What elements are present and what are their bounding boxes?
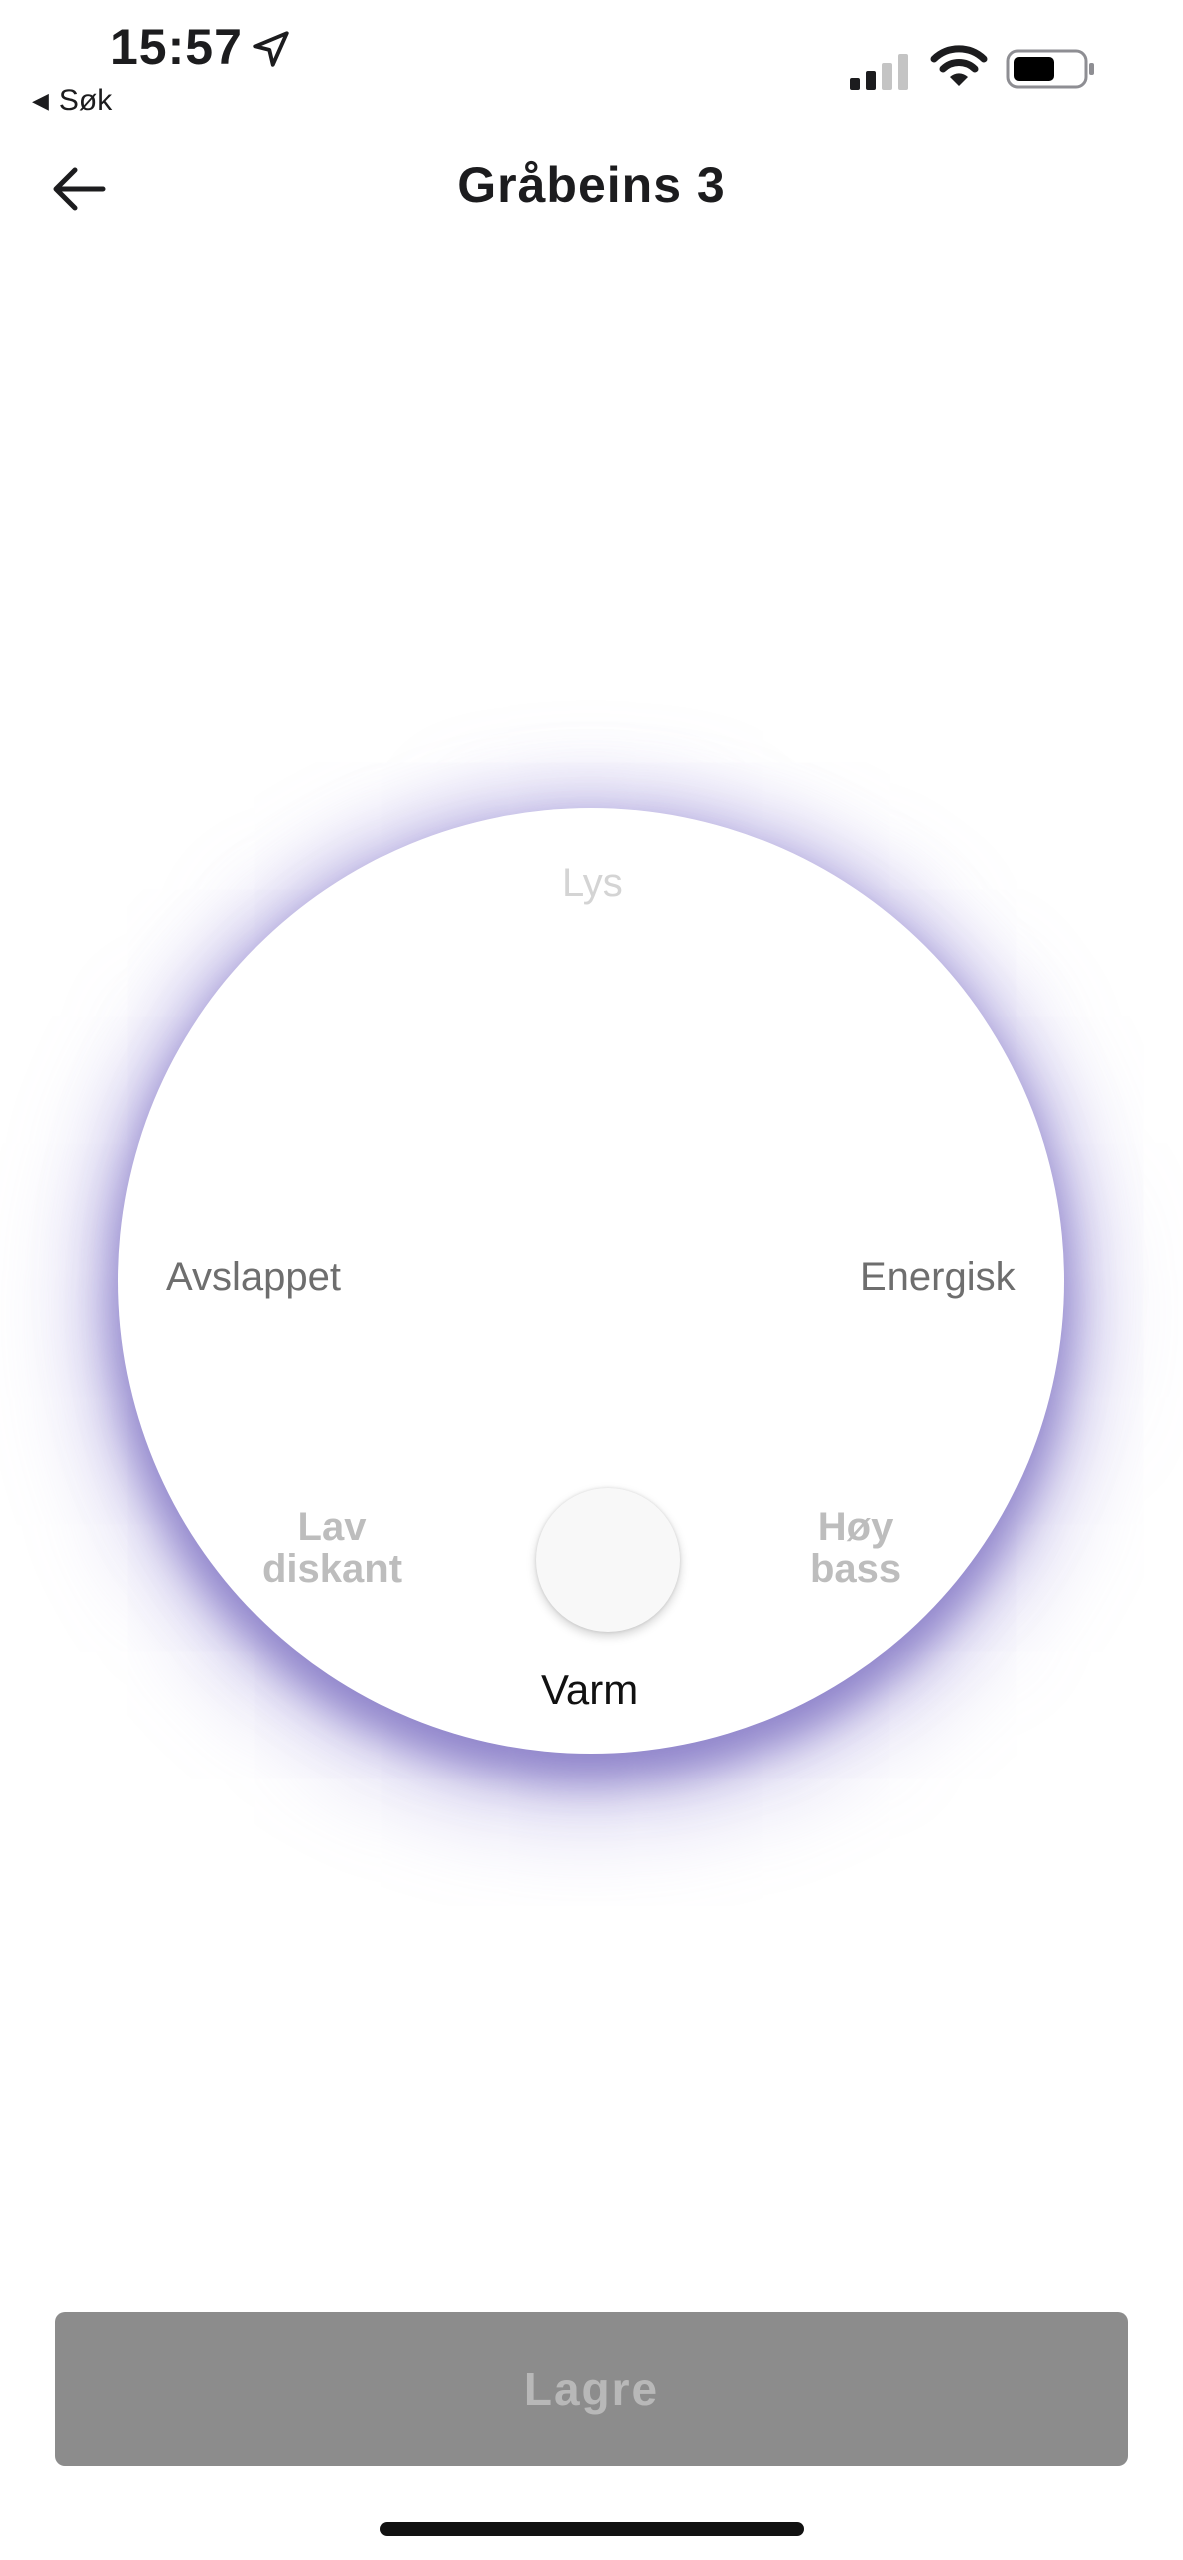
wheel-label-varm: Varm	[541, 1666, 639, 1713]
tone-selector-knob[interactable]	[536, 1488, 680, 1632]
status-time: 15:57	[110, 19, 243, 75]
back-to-app-label: Søk	[58, 84, 113, 117]
location-arrow-icon	[253, 31, 289, 67]
save-button[interactable]: Lagre	[55, 2312, 1128, 2466]
page-title: Gråbeins 3	[457, 157, 726, 213]
wheel-label-energisk: Energisk	[860, 1255, 1016, 1299]
wifi-icon	[930, 45, 988, 86]
cellular-signal-icon	[850, 54, 908, 90]
back-triangle-icon: ◀	[32, 88, 49, 113]
battery-icon	[1006, 49, 1094, 89]
home-indicator	[380, 2522, 804, 2536]
wheel-label-lav-diskant: Lav diskant	[262, 1506, 402, 1590]
back-to-app-link[interactable]: ◀ Søk	[32, 84, 112, 118]
wheel-label-lav-line2: diskant	[262, 1547, 403, 1591]
wheel-label-hoy-line1: Høy	[817, 1505, 894, 1549]
wheel-label-lys: Lys	[562, 861, 623, 905]
wheel-label-hoy-bass: Høy bass	[810, 1506, 901, 1590]
wheel-label-avslappet: Avslappet	[166, 1255, 341, 1299]
screen: 15:57 ◀ Søk Gråbeins 3 Lys Avslappet Ene…	[0, 0, 1183, 2560]
wheel-label-hoy-line2: bass	[810, 1547, 902, 1591]
wheel-label-lav-line1: Lav	[297, 1505, 367, 1549]
